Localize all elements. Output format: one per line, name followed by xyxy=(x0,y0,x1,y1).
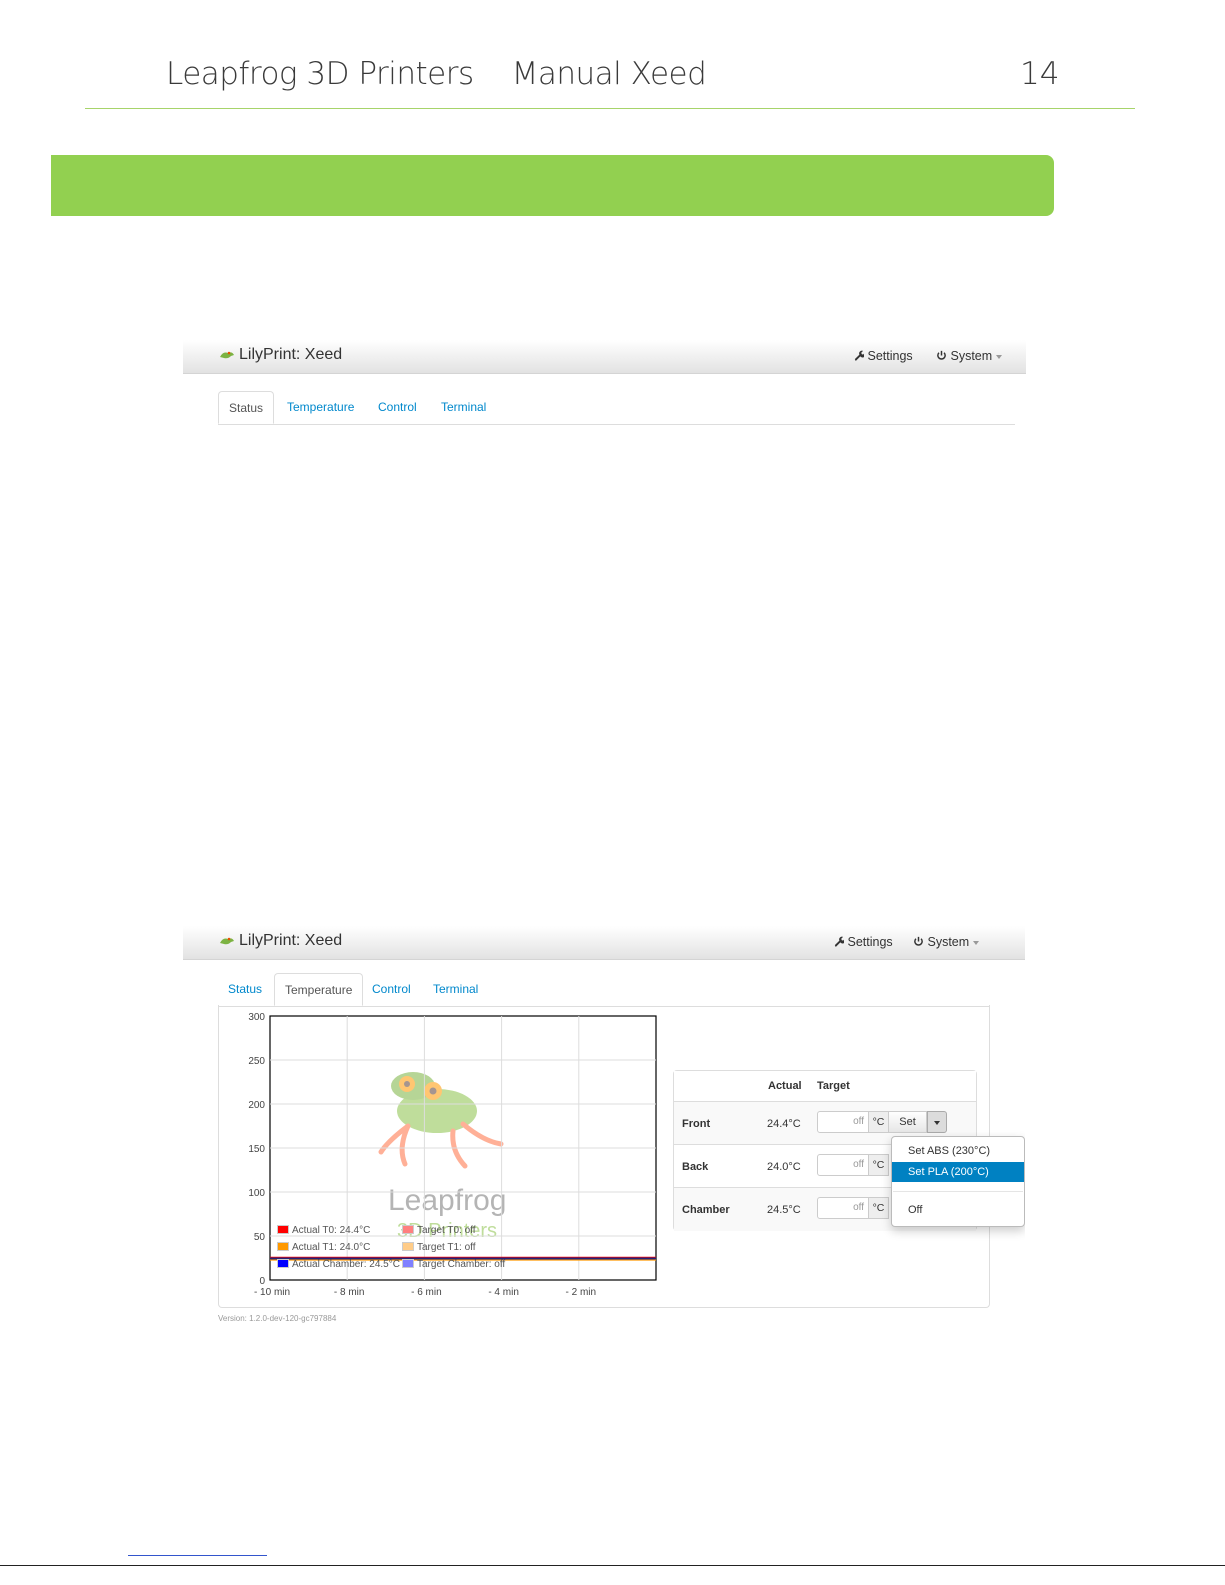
legend-actual-chamber: Actual Chamber: 24.5°C xyxy=(277,1259,400,1271)
header-manual-title: Manual Xeed xyxy=(511,56,707,92)
row-name: Back xyxy=(682,1160,709,1173)
legend-swatch xyxy=(402,1259,414,1268)
navbar: LilyPrint: Xeed Settings System xyxy=(183,340,1026,374)
y-tick-label: 50 xyxy=(254,1232,266,1243)
legend-target-t1: Target T1: off xyxy=(402,1242,476,1254)
legend-swatch xyxy=(277,1242,289,1251)
wrench-icon xyxy=(834,936,846,947)
set-button[interactable]: Set xyxy=(889,1111,927,1133)
legend-target-chamber: Target Chamber: off xyxy=(402,1259,505,1271)
chamber-target-input[interactable]: off xyxy=(817,1197,869,1219)
brand-label: LilyPrint: Xeed xyxy=(239,346,343,363)
system-label: System xyxy=(927,935,970,949)
menu-divider xyxy=(893,1191,1023,1192)
system-menu[interactable]: System xyxy=(936,349,1003,363)
legend-swatch xyxy=(402,1225,414,1234)
y-tick-label: 150 xyxy=(248,1144,265,1155)
header-company: Leapfrog 3D Printers xyxy=(166,56,474,92)
x-tick-label: - 10 min xyxy=(254,1287,290,1298)
x-tick-label: - 4 min xyxy=(488,1287,519,1298)
y-tick-label: 200 xyxy=(248,1100,265,1111)
table-header-row: Actual Target xyxy=(674,1071,976,1101)
frog-logo-icon xyxy=(220,351,234,359)
back-target-input[interactable]: off xyxy=(817,1154,869,1176)
legend-actual-t1: Actual T1: 24.0°C xyxy=(277,1242,370,1254)
unit-label: °C xyxy=(869,1111,889,1133)
header-actual: Actual xyxy=(768,1080,802,1092)
power-icon xyxy=(914,936,923,946)
x-tick-label: - 2 min xyxy=(566,1287,597,1298)
row-name: Chamber xyxy=(682,1203,730,1216)
x-tick-label: - 8 min xyxy=(334,1287,365,1298)
document-title: Leapfrog 3D Printers Manual Xeed xyxy=(166,56,707,92)
power-icon xyxy=(937,350,946,360)
row-actual: 24.4°C xyxy=(767,1117,801,1130)
legend-swatch xyxy=(402,1242,414,1251)
menu-item-set-abs[interactable]: Set ABS (230°C) xyxy=(892,1141,1024,1161)
legend-label: Actual T1: 24.0°C xyxy=(292,1242,371,1253)
watermark-leapfrog-text: Leapfrog xyxy=(388,1184,506,1217)
header-divider xyxy=(85,108,1135,109)
screenshot-temperature-tab: LilyPrint: Xeed Settings System Status T… xyxy=(183,926,1025,1330)
x-tick-label: - 6 min xyxy=(411,1287,442,1298)
unit-label: °C xyxy=(869,1154,889,1176)
wrench-icon xyxy=(854,350,866,361)
legend-label: Target Chamber: off xyxy=(417,1259,506,1270)
chevron-down-icon xyxy=(973,940,980,945)
settings-label: Settings xyxy=(867,349,913,363)
chevron-down-icon xyxy=(996,354,1003,359)
tab-status[interactable]: Status xyxy=(218,391,275,424)
footer-divider xyxy=(0,1565,1225,1566)
legend-actual-t0: Actual T0: 24.4°C xyxy=(277,1225,370,1237)
version-label: Version: 1.2.0-dev-120-gc797884 xyxy=(218,1314,337,1323)
tab-terminal[interactable]: Terminal xyxy=(431,391,496,423)
tab-control[interactable]: Control xyxy=(368,391,427,423)
row-actual: 24.0°C xyxy=(767,1160,801,1173)
section-banner xyxy=(51,155,1054,216)
tab-bar: Status Temperature Control Terminal xyxy=(218,391,1015,425)
footer-link-underline xyxy=(128,1555,267,1556)
settings-link[interactable]: Settings xyxy=(853,349,913,363)
brand[interactable]: LilyPrint: Xeed xyxy=(219,346,342,364)
set-dropdown-toggle[interactable] xyxy=(927,1111,947,1133)
set-temperature-dropdown: Set ABS (230°C) Set PLA (200°C) Off xyxy=(891,1136,1025,1227)
front-target-input[interactable]: off xyxy=(817,1111,869,1133)
row-name: Front xyxy=(682,1117,711,1130)
y-tick-label: 250 xyxy=(248,1056,265,1067)
legend-swatch xyxy=(277,1225,289,1234)
y-tick-label: 300 xyxy=(248,1012,265,1023)
y-tick-label: 0 xyxy=(259,1276,265,1287)
legend-label: Actual Chamber: 24.5°C xyxy=(292,1259,400,1270)
document-header: Leapfrog 3D Printers Manual Xeed 14 xyxy=(0,0,1225,112)
system-label: System xyxy=(950,349,993,363)
legend-label: Target T1: off xyxy=(417,1242,476,1253)
header-target: Target xyxy=(817,1080,850,1092)
tab-temperature[interactable]: Temperature xyxy=(277,391,364,423)
legend-swatch xyxy=(277,1259,289,1268)
legend-label: Actual T0: 24.4°C xyxy=(292,1225,371,1236)
legend-label: Target T0: off xyxy=(417,1225,476,1236)
row-actual: 24.5°C xyxy=(767,1203,801,1216)
chevron-down-icon xyxy=(934,1121,940,1125)
y-tick-label: 100 xyxy=(248,1188,265,1199)
menu-item-off[interactable]: Off xyxy=(892,1200,1024,1220)
screenshot-status-tab: LilyPrint: Xeed Settings System Status T… xyxy=(183,340,1026,430)
page-number: 14 xyxy=(1020,56,1060,92)
legend-target-t0: Target T0: off xyxy=(402,1225,476,1237)
settings-link[interactable]: Settings xyxy=(833,935,893,949)
unit-label: °C xyxy=(869,1197,889,1219)
settings-label: Settings xyxy=(847,935,893,949)
menu-item-set-pla[interactable]: Set PLA (200°C) xyxy=(892,1162,1024,1182)
system-menu[interactable]: System xyxy=(913,935,980,949)
leapfrog-watermark: Leapfrog 3D Printers xyxy=(378,1072,506,1242)
